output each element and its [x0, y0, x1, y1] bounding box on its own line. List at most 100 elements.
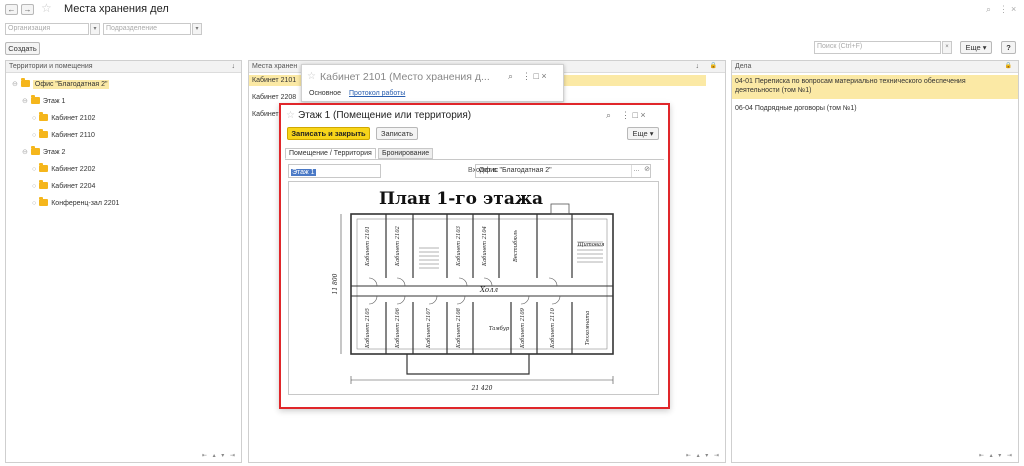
- create-button[interactable]: Создать: [5, 42, 40, 55]
- storage-window-controls[interactable]: ⋮ □ ×: [522, 71, 547, 82]
- storage-places-header-label: Места хранен: [252, 63, 298, 70]
- parent-open-icon[interactable]: ⊘: [642, 165, 652, 177]
- tree-item[interactable]: ○ Кабинет 2110: [32, 129, 95, 141]
- room-label: Кабинет 2101: [364, 226, 371, 267]
- room-label: Холл: [479, 286, 498, 294]
- save-button[interactable]: Записать: [376, 127, 418, 140]
- link-icon[interactable]: ⌕: [606, 110, 611, 121]
- link-icon[interactable]: ⌕: [986, 4, 991, 15]
- room-label: Кабинет 2104: [481, 226, 488, 267]
- tab-room-territory[interactable]: Помещение / Территория: [285, 148, 376, 159]
- folder-icon: [39, 112, 49, 121]
- left-pager[interactable]: ⇤ ▴ ▾ ⇥: [202, 452, 237, 459]
- name-field[interactable]: Этаж 1: [288, 164, 381, 178]
- forward-button[interactable]: →: [21, 4, 34, 15]
- room-label: Кабинет 2108: [455, 307, 462, 349]
- tree-item[interactable]: ○ Конференц-зал 2201: [32, 197, 119, 209]
- subdivision-filter[interactable]: Подразделение: [103, 23, 191, 35]
- modal-title: Этаж 1 (Помещение или территория): [298, 110, 472, 121]
- tree-expander-icon[interactable]: ⊖: [22, 149, 28, 156]
- case-row[interactable]: 06-04 Подрядные договоры (том №1): [735, 104, 857, 113]
- floor-plan-drawing: План 1-го этажа 21 420 11 800 Кабинет 21…: [332, 189, 614, 392]
- tree-expander-icon[interactable]: ○: [32, 115, 36, 122]
- folder-icon: [30, 146, 40, 155]
- tree-item-label: Кабинет 2102: [51, 115, 96, 122]
- floor-plan-title: План 1-го этажа: [379, 189, 543, 209]
- dimension-width-label: 21 420: [471, 385, 493, 392]
- modal-controls[interactable]: ⋮ □ ×: [621, 110, 646, 121]
- favorite-star-icon[interactable]: ☆: [286, 110, 295, 121]
- tree-item-label: Кабинет 2110: [51, 132, 95, 139]
- tree-expander-icon[interactable]: ⊖: [22, 98, 28, 105]
- tree-expander-icon[interactable]: ○: [32, 166, 36, 173]
- lock-icon: 🔒: [709, 63, 717, 69]
- page-title: Места хранения дел: [64, 3, 169, 15]
- tree-item[interactable]: ⊖ Офис "Благодатная 2": [12, 78, 110, 90]
- tab-protocol[interactable]: Протокол работы: [349, 90, 405, 97]
- organization-filter[interactable]: Организация: [5, 23, 89, 35]
- storage-place-window: ☆ Кабинет 2101 (Место хранения д... ⌕ ⋮ …: [301, 64, 564, 102]
- favorite-star-icon[interactable]: ☆: [41, 1, 52, 15]
- territories-panel: Территории и помещения ↓ ⊖ Офис "Благодат…: [5, 60, 242, 463]
- room-label: Вестибюль: [512, 230, 519, 263]
- search-input[interactable]: Поиск (Ctrl+F): [814, 41, 941, 54]
- favorite-star-icon[interactable]: ☆: [307, 71, 316, 82]
- modal-more-button[interactable]: Еще ▾: [627, 127, 659, 140]
- parent-select-button[interactable]: ...: [631, 165, 641, 177]
- link-icon[interactable]: ⌕: [508, 71, 513, 82]
- organization-dropdown-icon[interactable]: ▾: [90, 23, 100, 35]
- floor-plan-image: План 1-го этажа 21 420 11 800 Кабинет 21…: [288, 181, 659, 395]
- cases-header: Дела 🔒: [732, 61, 1018, 73]
- tree-item[interactable]: ○ Кабинет 2204: [32, 180, 95, 192]
- folder-icon: [39, 180, 49, 189]
- tree-item[interactable]: ⊖ Этаж 1: [22, 95, 66, 107]
- tree-item-label: Этаж 1: [42, 98, 66, 105]
- save-and-close-button[interactable]: Записать и закрыть: [287, 127, 370, 140]
- room-label: Щитовая: [578, 242, 605, 248]
- storage-window-title: Кабинет 2101 (Место хранения д...: [320, 71, 490, 83]
- tree-item[interactable]: ○ Кабинет 2102: [32, 112, 96, 124]
- name-field-value: Этаж 1: [291, 169, 316, 176]
- territories-header: Территории и помещения ↓: [6, 61, 241, 73]
- right-pager[interactable]: ⇤ ▴ ▾ ⇥: [979, 452, 1014, 459]
- sort-icon[interactable]: ↓: [232, 61, 236, 72]
- back-button[interactable]: ←: [5, 4, 18, 15]
- room-label: Кабинет 2110: [549, 307, 556, 349]
- tree-item-label: Этаж 2: [42, 149, 66, 156]
- lock-icon: 🔒: [1004, 63, 1012, 69]
- help-button[interactable]: ?: [1001, 41, 1016, 54]
- tree-expander-icon[interactable]: ○: [32, 183, 36, 190]
- storage-row[interactable]: Кабинет: [252, 109, 279, 120]
- tab-main[interactable]: Основное: [309, 90, 341, 97]
- tree-expander-icon[interactable]: ○: [32, 132, 36, 139]
- tree-expander-icon[interactable]: ⊖: [12, 81, 18, 88]
- room-label: Кабинет 2105: [364, 308, 371, 349]
- territories-header-label: Территории и помещения: [9, 63, 93, 70]
- tree-item[interactable]: ○ Кабинет 2202: [32, 163, 96, 175]
- tree-item[interactable]: ⊖ Этаж 2: [22, 146, 66, 158]
- room-label: Кабинет 2109: [519, 307, 526, 349]
- room-label: Кабинет 2103: [455, 225, 462, 267]
- tab-booking[interactable]: Бронирование: [378, 148, 434, 159]
- storage-row[interactable]: Кабинет 2208: [252, 92, 296, 103]
- folder-icon: [39, 197, 49, 206]
- close-icon[interactable]: ×: [1011, 4, 1016, 14]
- tree-item-label: Кабинет 2202: [51, 166, 96, 173]
- folder-icon: [30, 95, 40, 104]
- dimension-height-label: 11 800: [332, 273, 339, 294]
- sort-icon[interactable]: ↓: [696, 61, 700, 72]
- more-button[interactable]: Еще ▾: [960, 41, 992, 54]
- floor-edit-window: ☆ Этаж 1 (Помещение или территория) ⌕ ⋮ …: [279, 103, 670, 409]
- search-clear-button[interactable]: ×: [942, 41, 952, 54]
- more-actions-icon[interactable]: ⋮: [999, 4, 1008, 15]
- tree-expander-icon[interactable]: ○: [32, 200, 36, 207]
- room-label: Кабинет 2106: [394, 307, 401, 349]
- room-label: Кабинет 2102: [394, 226, 401, 267]
- parent-field[interactable]: Офис "Благодатная 2": [475, 164, 651, 178]
- cases-panel: Дела 🔒 04-01 Переписка по вопросам матер…: [731, 60, 1019, 463]
- case-row[interactable]: 04-01 Переписка по вопросам материально …: [732, 75, 1018, 99]
- room-label: Тамбур: [489, 325, 510, 332]
- middle-pager[interactable]: ⇤ ▴ ▾ ⇥: [686, 452, 721, 459]
- tab-divider: [285, 159, 664, 160]
- subdivision-dropdown-icon[interactable]: ▾: [192, 23, 202, 35]
